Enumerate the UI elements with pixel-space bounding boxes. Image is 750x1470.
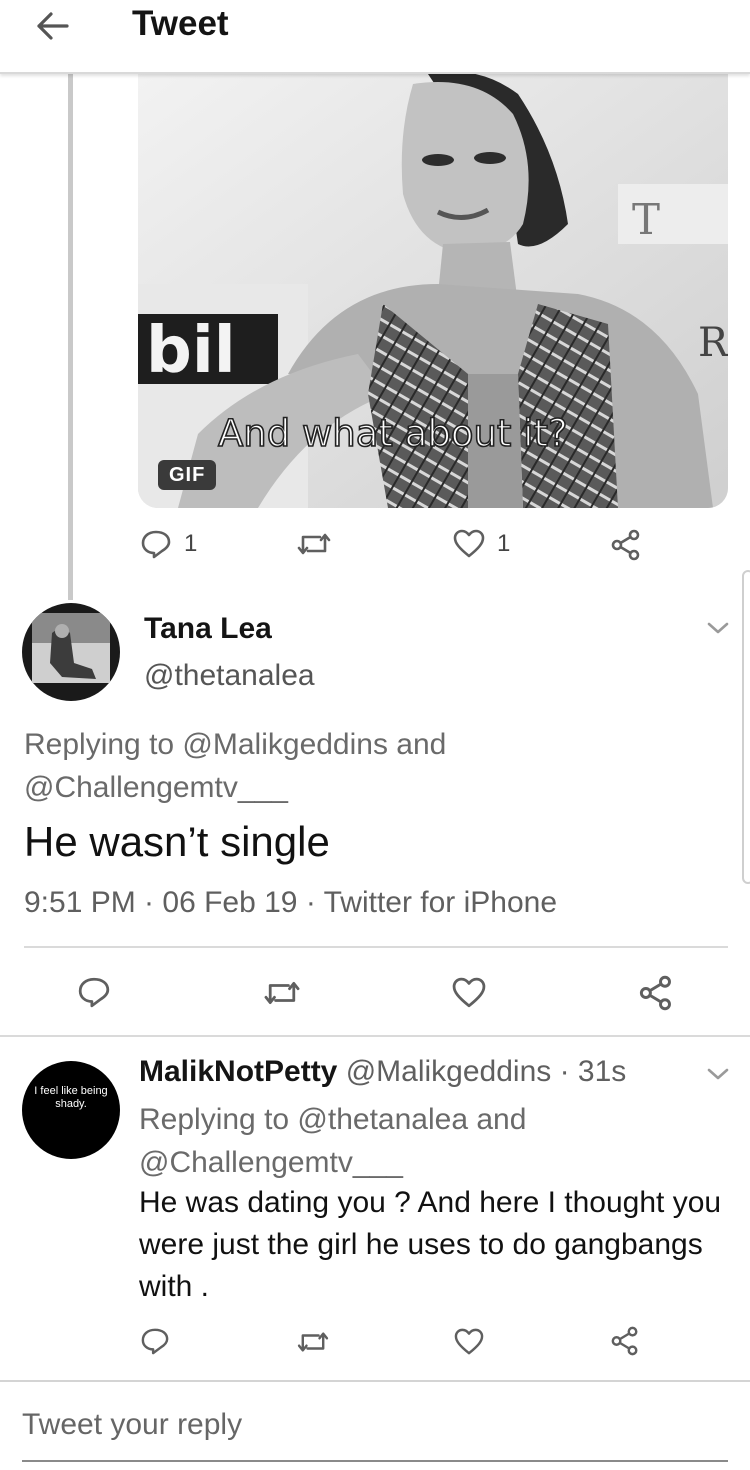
chevron-down-icon xyxy=(706,620,730,636)
top-app-bar: Tweet xyxy=(0,0,750,74)
reply-handle-time: @Malikgeddins · 31s xyxy=(337,1055,627,1088)
reply-input[interactable]: Tweet your reply xyxy=(22,1408,242,1442)
arrow-left-icon xyxy=(35,11,69,41)
reply-icon xyxy=(140,529,172,559)
like-button[interactable]: 1 xyxy=(453,529,510,559)
heart-icon xyxy=(453,529,485,559)
share-button[interactable] xyxy=(610,529,642,561)
avatar-text: I feel like being shady. xyxy=(34,1085,108,1110)
share-icon xyxy=(638,975,674,1011)
reply-retweet-button[interactable] xyxy=(296,1329,330,1355)
display-name[interactable]: Tana Lea xyxy=(144,612,272,646)
reply-composer: Tweet your reply xyxy=(0,1380,750,1470)
reply-button[interactable]: 1 xyxy=(140,529,197,559)
reply-like-button[interactable] xyxy=(454,1328,484,1356)
main-reply-button[interactable] xyxy=(77,976,111,1008)
avatar-tana-lea[interactable] xyxy=(22,603,120,701)
reply-display-name: MalikNotPetty xyxy=(139,1055,338,1088)
gif-media[interactable]: bil T R And what about it? GIF xyxy=(138,74,728,508)
replying-to-line-1: Replying to @Malikgeddins and xyxy=(24,728,447,761)
share-icon xyxy=(610,1326,640,1356)
page-title: Tweet xyxy=(132,4,229,43)
user-handle[interactable]: @thetanalea xyxy=(144,659,315,693)
gif-caption: And what about it? xyxy=(218,412,568,455)
retweet-button[interactable] xyxy=(296,530,332,558)
reply-tweet-text: He was dating you ? And here I thought y… xyxy=(139,1186,722,1303)
svg-text:T: T xyxy=(632,195,660,244)
edge-scroll-handle[interactable] xyxy=(742,570,750,884)
svg-text:R: R xyxy=(698,320,728,366)
like-count: 1 xyxy=(497,530,511,557)
main-like-button[interactable] xyxy=(451,977,487,1009)
heart-icon xyxy=(451,977,487,1009)
reply-icon xyxy=(77,976,111,1008)
reply-share-button[interactable] xyxy=(610,1326,640,1356)
tweet-options-button[interactable] xyxy=(706,620,730,636)
thread-connector-line xyxy=(68,74,73,600)
heart-icon xyxy=(454,1328,484,1356)
back-button[interactable] xyxy=(30,6,74,46)
replying-to-line-2: @Challengemtv___ xyxy=(24,771,288,804)
main-share-button[interactable] xyxy=(638,975,674,1011)
reply-replying-to-line-2: @Challengemtv___ xyxy=(139,1146,403,1179)
divider xyxy=(0,1035,750,1037)
main-retweet-button[interactable] xyxy=(262,978,302,1008)
reply-icon xyxy=(140,1327,170,1355)
gif-badge: GIF xyxy=(158,460,217,490)
tweet-text: He wasn’t single xyxy=(24,818,330,865)
svg-text:bil: bil xyxy=(146,314,236,388)
retweet-icon xyxy=(296,1329,330,1355)
tweet-metadata: 9:51 PM · 06 Feb 19 · Twitter for iPhone xyxy=(24,886,558,919)
reply-replying-to[interactable]: Replying to @thetanalea and @Challengemt… xyxy=(139,1098,526,1184)
reply-count: 1 xyxy=(184,530,198,557)
share-icon xyxy=(610,529,642,561)
retweet-icon xyxy=(296,530,332,558)
reply-replying-to-line-1: Replying to @thetanalea and xyxy=(139,1103,527,1136)
reply-reply-button[interactable] xyxy=(140,1327,170,1355)
input-underline xyxy=(22,1460,728,1462)
reply-author-line[interactable]: MalikNotPetty @Malikgeddins · 31s xyxy=(139,1055,626,1089)
chevron-down-icon xyxy=(706,1066,730,1082)
replying-to[interactable]: Replying to @Malikgeddins and @Challenge… xyxy=(24,723,446,809)
reply-options-button[interactable] xyxy=(706,1066,730,1082)
divider xyxy=(24,946,728,948)
retweet-icon xyxy=(262,978,302,1008)
avatar-maliknotpetty[interactable]: I feel like being shady. xyxy=(22,1061,120,1159)
